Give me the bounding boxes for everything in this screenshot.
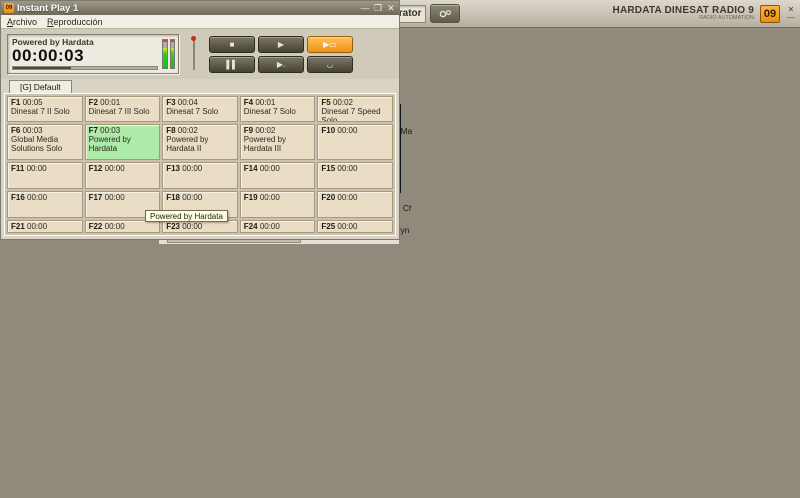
brand: HARDATA DINESAT RADIO 9 RADIO AUTOMATION (613, 6, 754, 22)
tooltip: Powered by Hardata (145, 210, 228, 222)
menu-archivo[interactable]: Archivo (7, 17, 37, 27)
hotkey-cell[interactable]: F2 00:01Dinesat 7 III Solo (85, 96, 161, 122)
close-icon[interactable]: ✕ (786, 7, 796, 13)
hotkey-cell[interactable]: F9 00:02Powered by Hardata III (240, 124, 316, 160)
hotkey-cell[interactable]: F20 00:00 (317, 191, 393, 218)
progress-bar[interactable] (12, 66, 158, 70)
auto-play-button[interactable]: ▶▭ (307, 36, 353, 53)
hotkey-cell[interactable]: F4 00:01Dinesat 7 Solo (240, 96, 316, 122)
track-time: 00:00:03 (12, 47, 174, 65)
instant-title: Instant Play 1 (17, 3, 357, 14)
hotkey-cell[interactable]: F13 00:00 (162, 162, 238, 189)
vu-meter (162, 39, 175, 69)
minimize-icon[interactable]: — (360, 3, 370, 13)
hotkey-cell[interactable]: F11 00:00 (7, 162, 83, 189)
brand-subtitle: RADIO AUTOMATION (613, 16, 754, 22)
transport-buttons: ■ ▶ ▶▭ ▌▌ ▶. ◡ (209, 36, 353, 73)
stop-icon: ■ (230, 40, 235, 49)
minimize-icon[interactable]: — (786, 15, 796, 21)
stop-button[interactable]: ■ (209, 36, 255, 53)
group-tab[interactable]: [G] Default (9, 80, 72, 93)
window-controls: ✕ — (786, 7, 796, 21)
instant-player: Powered by Hardata 00:00:03 ■ ▶ ▶▭ ▌▌ ▶.… (1, 29, 399, 79)
hotkey-cell[interactable]: F21 00:00 (7, 220, 83, 233)
gears-icon (439, 9, 452, 19)
instant-titlebar[interactable]: 09 Instant Play 1 — ❐ ✕ (1, 1, 399, 15)
menu-reproduccion[interactable]: Reproducción (47, 17, 103, 27)
fade-button[interactable]: ◡ (307, 56, 353, 73)
app-icon: 09 (4, 3, 14, 13)
hotkey-cell-active[interactable]: F7 00:03Powered by Hardata (85, 124, 161, 160)
hotkey-cell[interactable]: F8 00:02Powered by Hardata II (162, 124, 238, 160)
hotkey-cell[interactable]: F3 00:04Dinesat 7 Solo (162, 96, 238, 122)
maximize-icon[interactable]: ❐ (373, 3, 383, 13)
app-logo: 09 (760, 5, 780, 23)
instant-grid: F1 00:05Dinesat 7 II Solo F2 00:01Dinesa… (4, 93, 396, 236)
play-window-icon: ▶▭ (323, 40, 337, 49)
hotkey-cell[interactable]: F5 00:02Dinesat 7 Speed Solo (317, 96, 393, 122)
play-button[interactable]: ▶ (258, 36, 304, 53)
play-skip-icon: ▶. (277, 60, 285, 69)
instant-panel: 09 Instant Play 1 — ❐ ✕ Archivo Reproduc… (0, 0, 400, 240)
hotkey-cell[interactable]: F10 00:00 (317, 124, 393, 160)
instant-tabs: [G] Default (1, 79, 399, 93)
hotkey-cell[interactable]: F16 00:00 (7, 191, 83, 218)
fade-curve-icon: ◡ (327, 60, 334, 69)
close-icon[interactable]: ✕ (386, 3, 396, 13)
now-playing-display: Powered by Hardata 00:00:03 (7, 34, 179, 74)
hotkey-cell[interactable]: F15 00:00 (317, 162, 393, 189)
hotkey-cell[interactable]: F24 00:00 (240, 220, 316, 233)
play-next-button[interactable]: ▶. (258, 56, 304, 73)
hotkey-cell[interactable]: F1 00:05Dinesat 7 II Solo (7, 96, 83, 122)
pause-icon: ▌▌ (226, 60, 237, 69)
main-window: ▶ ● jue 24/06/2010 15:55:38 Administrato… (0, 0, 800, 498)
hotkey-cell[interactable]: F14 00:00 (240, 162, 316, 189)
settings-button[interactable] (430, 4, 460, 23)
volume-slider[interactable] (189, 34, 199, 72)
hotkey-cell[interactable]: F19 00:00 (240, 191, 316, 218)
progress-fill (13, 67, 71, 69)
play-icon: ▶ (278, 40, 284, 49)
hotkey-cell[interactable]: F12 00:00 (85, 162, 161, 189)
pause-button[interactable]: ▌▌ (209, 56, 255, 73)
hotkey-cell[interactable]: F25 00:00 (317, 220, 393, 233)
hotkey-cell[interactable]: F6 00:03Global Media Solutions Solo (7, 124, 83, 160)
instant-menubar: Archivo Reproducción (1, 15, 399, 29)
